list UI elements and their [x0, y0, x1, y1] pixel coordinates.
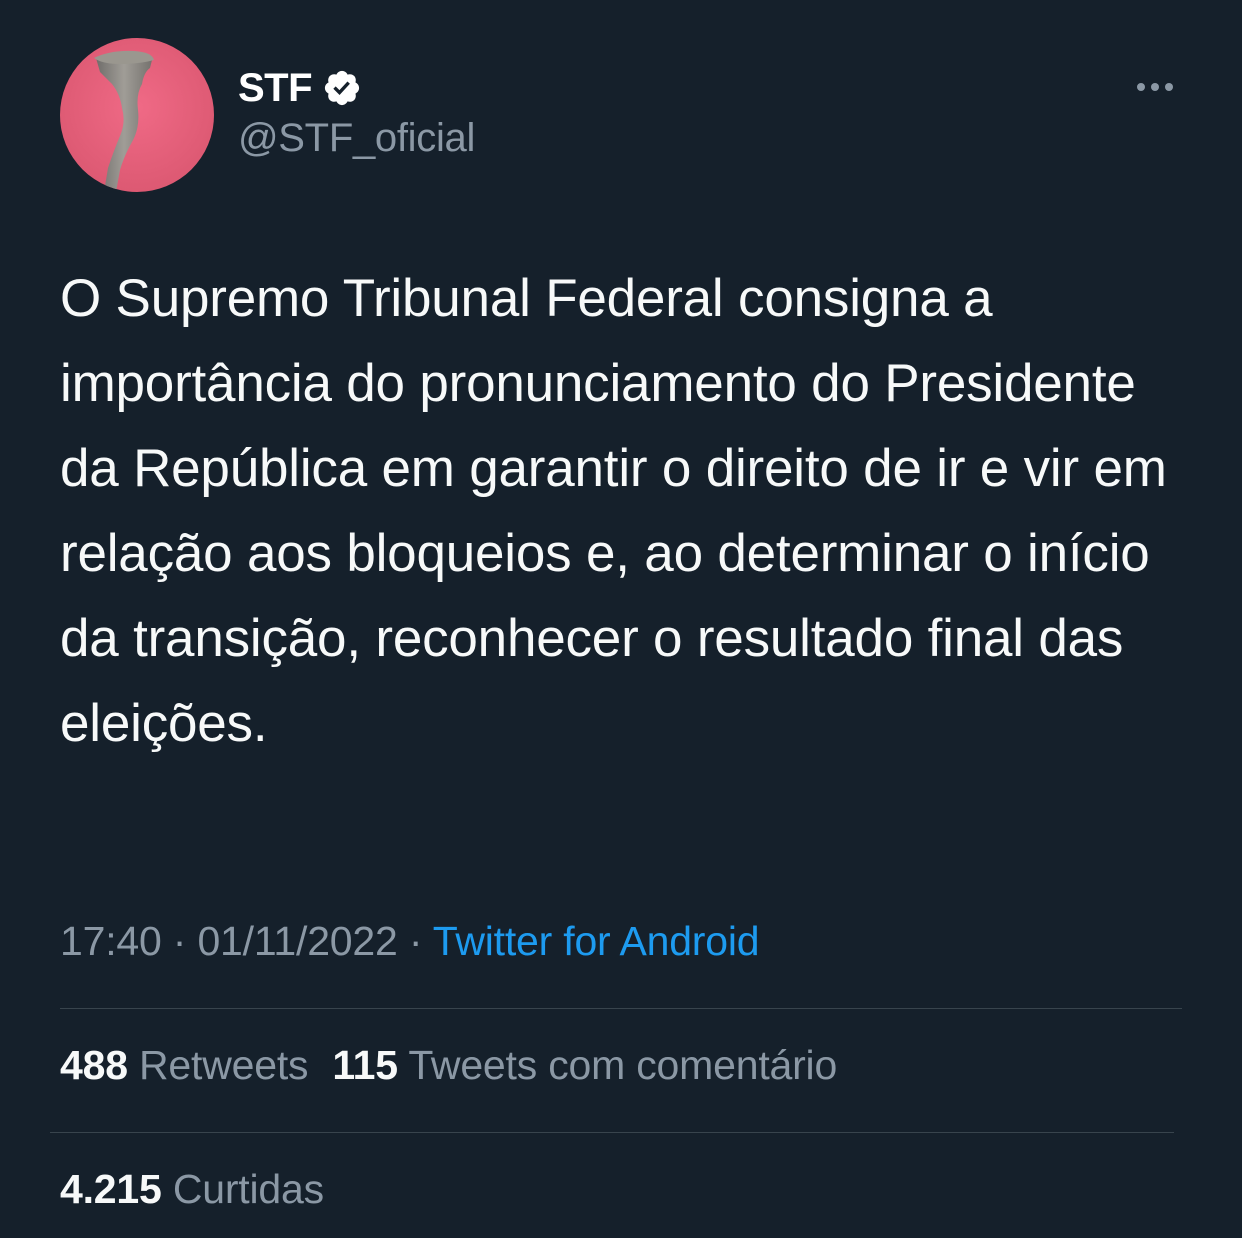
tweet-date[interactable]: 01/11/2022: [197, 918, 397, 964]
retweets-stat[interactable]: 488 Retweets: [60, 1042, 309, 1088]
dot: [1151, 83, 1159, 91]
divider: [50, 1132, 1174, 1133]
quote-tweets-count: 115: [332, 1042, 398, 1088]
likes-label: Curtidas: [172, 1166, 324, 1212]
retweets-count: 488: [60, 1042, 128, 1088]
retweets-label: Retweets: [139, 1042, 309, 1088]
more-options-icon[interactable]: [1126, 70, 1184, 104]
author-name-row: STF: [238, 62, 362, 114]
likes-count: 4.215: [60, 1166, 162, 1212]
dot: [1165, 83, 1173, 91]
tweet-source-link[interactable]: Twitter for Android: [433, 918, 760, 964]
verified-badge-icon: [322, 68, 362, 108]
tweet-meta: 17:40 · 01/11/2022 · Twitter for Android: [60, 918, 760, 965]
tweet-text: O Supremo Tribunal Federal consigna a im…: [60, 269, 1167, 753]
quote-tweets-stat[interactable]: 115 Tweets com comentário: [332, 1042, 837, 1088]
likes-stats: 4.215 Curtidas: [60, 1166, 324, 1213]
avatar[interactable]: [60, 38, 214, 192]
statue-image: [60, 38, 214, 192]
tweet-detail: STF @STF_oficial O Supremo Tribunal Fede…: [0, 0, 1242, 1238]
tweet-time[interactable]: 17:40: [60, 918, 162, 964]
dot: [1137, 83, 1145, 91]
author-handle[interactable]: @STF_oficial: [238, 116, 475, 161]
likes-stat[interactable]: 4.215 Curtidas: [60, 1166, 324, 1212]
meta-separator: ·: [397, 918, 433, 964]
quote-tweets-label: Tweets com comentário: [408, 1042, 838, 1088]
divider: [60, 1008, 1182, 1009]
display-name[interactable]: STF: [238, 66, 313, 111]
meta-separator: ·: [161, 918, 198, 964]
engagement-stats: 488 Retweets 115 Tweets com comentário: [60, 1042, 837, 1089]
